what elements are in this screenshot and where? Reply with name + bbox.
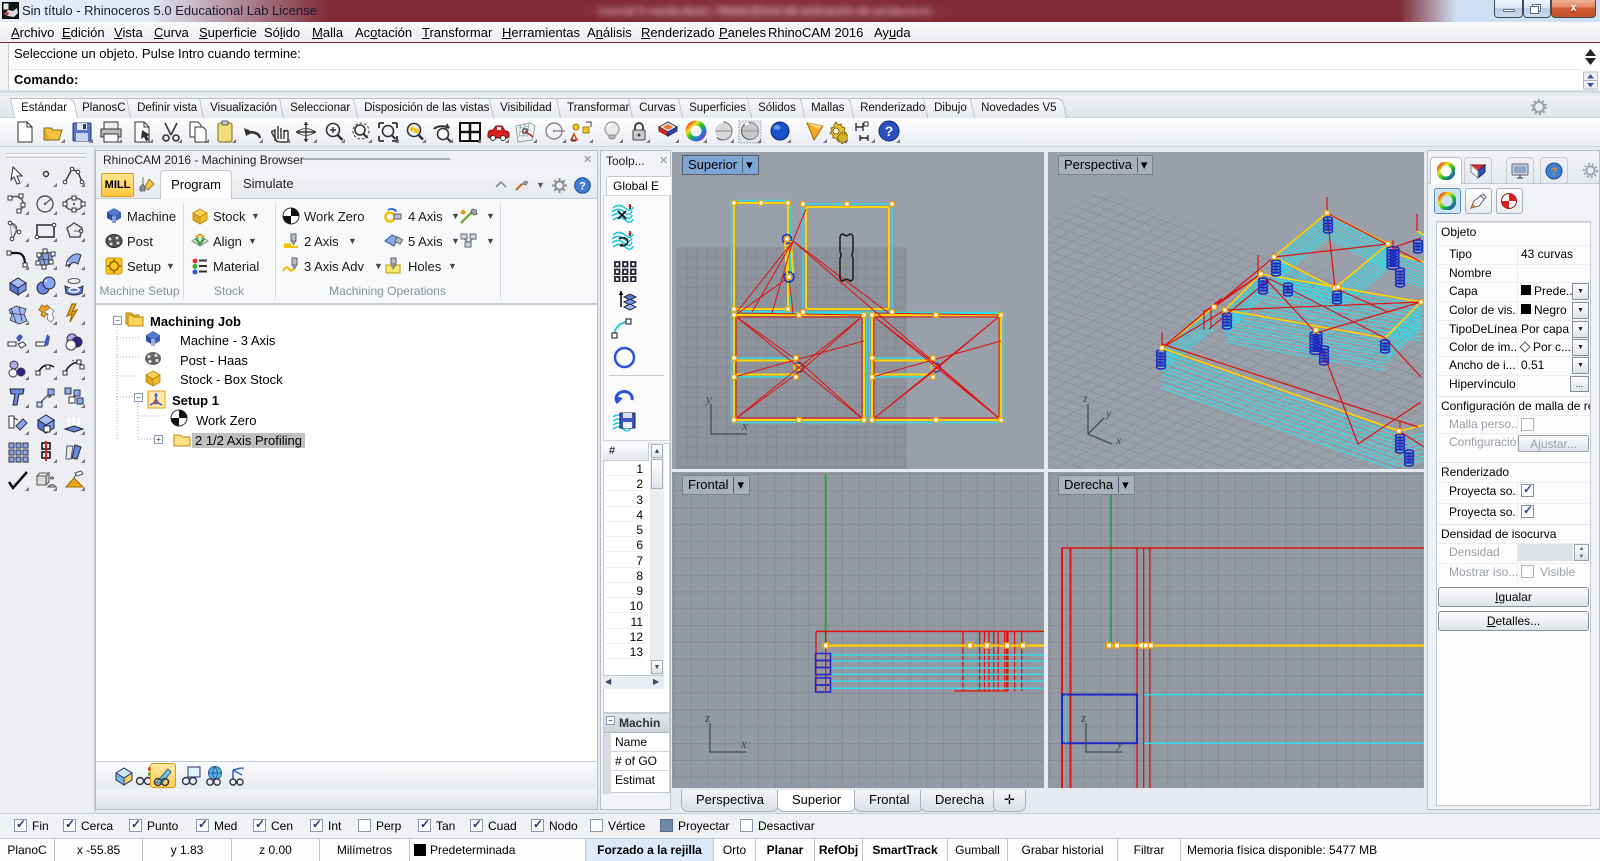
svg-text:z: z	[1082, 391, 1088, 405]
svg-text:?: ?	[1551, 166, 1558, 178]
svg-text:y: y	[704, 391, 712, 406]
svg-text:y: y	[1105, 406, 1112, 420]
svg-text:z: z	[704, 710, 710, 725]
svg-text:z: z	[1080, 710, 1086, 725]
svg-text:x: x	[740, 736, 747, 751]
svg-text:y: y	[1115, 736, 1123, 751]
svg-text:x: x	[741, 418, 748, 433]
svg-text:?: ?	[579, 181, 586, 193]
svg-text:x: x	[1115, 433, 1122, 447]
svg-text:?: ?	[885, 123, 894, 139]
